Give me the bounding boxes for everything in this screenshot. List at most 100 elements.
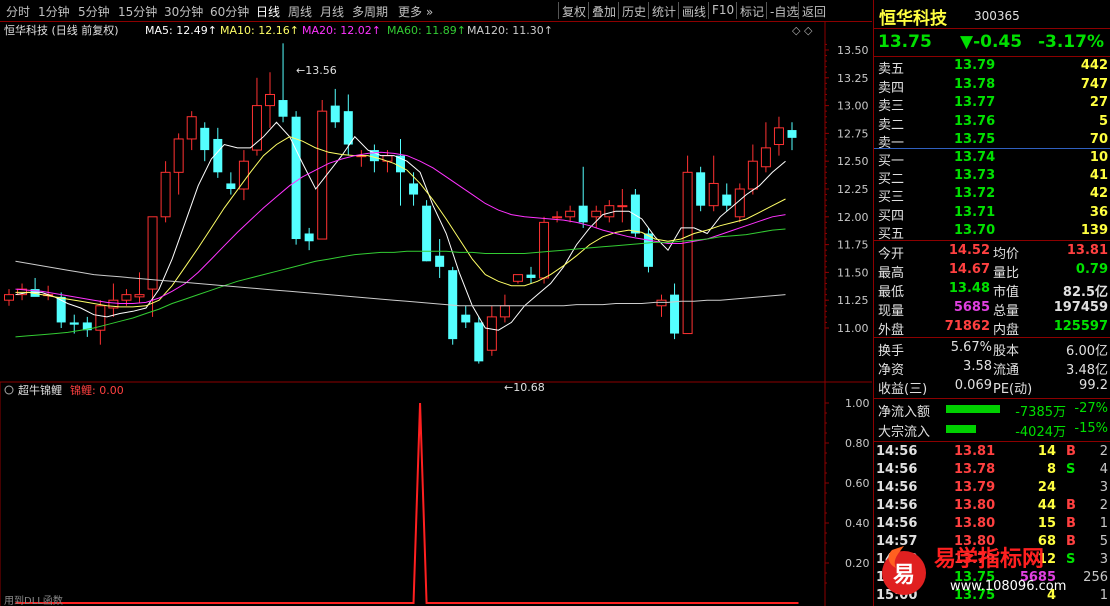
candle-body xyxy=(760,147,771,168)
period-tab-0[interactable]: 分时 xyxy=(6,3,30,20)
tick-side: B xyxy=(1066,444,1076,459)
bid-row-5[interactable]: 买五 13.70 139 xyxy=(874,222,1110,242)
toolbar-button-2[interactable]: 历史 xyxy=(622,3,646,20)
toolbar-button-5[interactable]: F10 xyxy=(712,3,734,17)
toolbar-button-0[interactable]: 复权 xyxy=(562,3,586,20)
bid-row-4[interactable]: 买四 13.71 36 xyxy=(874,204,1110,224)
ob-price: 13.74 xyxy=(954,150,996,165)
period-tab-9[interactable]: 多周期 xyxy=(352,3,388,20)
toolbar-button-7[interactable]: -自选 xyxy=(770,3,798,20)
stock-name: 恒华科技 xyxy=(879,9,947,29)
toolbar-separator xyxy=(618,2,619,19)
period-tab-1[interactable]: 1分钟 xyxy=(38,3,70,20)
period-tab-10[interactable]: 更多 » xyxy=(398,3,433,20)
stat-value: 5685 xyxy=(953,300,990,315)
ob-price: 13.79 xyxy=(954,58,996,73)
stat-label: 市值 xyxy=(993,285,1020,300)
tick-side: B xyxy=(1066,498,1076,513)
stat-label: 外盘 xyxy=(878,323,905,338)
flow-row: 大宗流入 -4024万 -15% xyxy=(874,420,1110,440)
indicator-tick-label: 0.60 xyxy=(845,477,870,490)
indicator-toggle-icon xyxy=(4,385,14,395)
ob-volume: 70 xyxy=(1089,132,1108,147)
bid-row-1[interactable]: 买一 13.74 10 xyxy=(874,149,1110,169)
candle-body xyxy=(186,116,197,140)
tick-row: 14:56 13.81 14 B 2 xyxy=(874,443,1110,462)
toolbar-button-8[interactable]: 返回 xyxy=(802,3,826,20)
toolbar-button-4[interactable]: 画线 xyxy=(682,3,706,20)
stat-value: 13.81 xyxy=(1066,243,1108,258)
stat-value: 82.5亿 xyxy=(1062,285,1108,300)
candle-body xyxy=(251,105,262,151)
candle-body xyxy=(435,255,445,267)
period-tab-3[interactable]: 15分钟 xyxy=(118,3,157,20)
candle-body xyxy=(474,322,484,362)
period-tab-2[interactable]: 5分钟 xyxy=(78,3,110,20)
candle-body xyxy=(317,110,328,240)
stat-value: 5.67% xyxy=(950,340,992,355)
tick-row: 14:56 13.79 24 3 xyxy=(874,479,1110,498)
price-change: ▼-0.45 xyxy=(960,32,1023,52)
tick-count: 3 xyxy=(1099,480,1108,495)
indicator-tick-label: 1.00 xyxy=(845,397,870,410)
ask-row-2[interactable]: 卖二 13.76 5 xyxy=(874,113,1110,133)
ob-volume: 27 xyxy=(1089,95,1108,110)
fundamentals-row: 净资 3.58 流通 3.48亿 xyxy=(874,358,1110,378)
candle-body xyxy=(787,130,797,138)
tick-time: 14:56 xyxy=(876,462,918,477)
period-tab-5[interactable]: 60分钟 xyxy=(210,3,249,20)
tick-count: 2 xyxy=(1099,498,1108,513)
flow-value: -4024万 xyxy=(1015,425,1066,440)
ob-price: 13.76 xyxy=(954,113,996,129)
tick-volume: 15 xyxy=(1037,516,1056,531)
ob-volume: 41 xyxy=(1089,168,1108,184)
stats-row: 最低 13.48 市值 82.5亿 xyxy=(874,280,1110,300)
stock-header: 恒华科技 300365 xyxy=(874,4,1110,29)
candle-body xyxy=(422,205,432,262)
price-tick-label: 12.75 xyxy=(837,127,869,140)
stat-value: 14.67 xyxy=(948,262,990,277)
ob-price: 13.71 xyxy=(954,204,996,220)
indicator-line xyxy=(15,402,799,604)
candle-body xyxy=(343,111,353,145)
flow-pct: -15% xyxy=(1074,421,1108,436)
period-tab-7[interactable]: 周线 xyxy=(288,3,312,20)
toolbar-separator xyxy=(736,2,737,19)
watermark-title: 易学指标网 xyxy=(934,546,1044,572)
candle-body xyxy=(173,138,184,173)
stat-value: 0.79 xyxy=(1075,262,1108,277)
ob-price: 13.72 xyxy=(954,186,996,202)
period-tab-6[interactable]: 日线 xyxy=(256,3,280,20)
chart-controls-icon: ◇ ◇ xyxy=(792,24,813,37)
candle-body xyxy=(617,205,628,208)
toolbar-button-1[interactable]: 叠加 xyxy=(592,3,616,20)
period-tab-4[interactable]: 30分钟 xyxy=(164,3,203,20)
flow-label: 大宗流入 xyxy=(878,425,931,440)
ob-price: 13.70 xyxy=(954,222,996,238)
ob-volume: 36 xyxy=(1089,204,1108,220)
tick-price: 13.78 xyxy=(954,462,996,477)
stat-value: 99.2 xyxy=(1079,378,1108,393)
watermark-url: www.108096.com xyxy=(950,579,1066,594)
stat-value: 71862 xyxy=(944,319,990,334)
toolbar-button-6[interactable]: 标记 xyxy=(740,3,764,20)
ob-volume: 42 xyxy=(1089,186,1108,202)
kline-chart[interactable]: 13.50 13.25 13.00 12.75 12.50 12.25 12.00 11.75… xyxy=(0,22,872,606)
price-tick-label: 13.25 xyxy=(837,72,869,85)
toolbar-button-3[interactable]: 统计 xyxy=(652,3,676,20)
candle-body xyxy=(591,210,602,218)
period-tab-8[interactable]: 月线 xyxy=(320,3,344,20)
candle-body xyxy=(708,182,719,207)
ask-row-3[interactable]: 卖三 13.77 27 xyxy=(874,94,1110,114)
tick-row: 14:56 13.80 44 B 2 xyxy=(874,497,1110,516)
ask-row-5[interactable]: 卖五 13.79 442 xyxy=(874,57,1110,77)
stock-code: 300365 xyxy=(974,9,1020,23)
candle-body xyxy=(552,216,563,219)
candle-body xyxy=(409,183,419,195)
candle-body xyxy=(486,316,497,351)
ask-row-4[interactable]: 卖四 13.78 747 xyxy=(874,76,1110,96)
tick-row: 14:56 13.78 8 S 4 xyxy=(874,461,1110,480)
candle-body xyxy=(656,299,667,307)
bid-row-2[interactable]: 买二 13.73 41 xyxy=(874,167,1110,187)
bid-row-3[interactable]: 买三 13.72 42 xyxy=(874,185,1110,205)
